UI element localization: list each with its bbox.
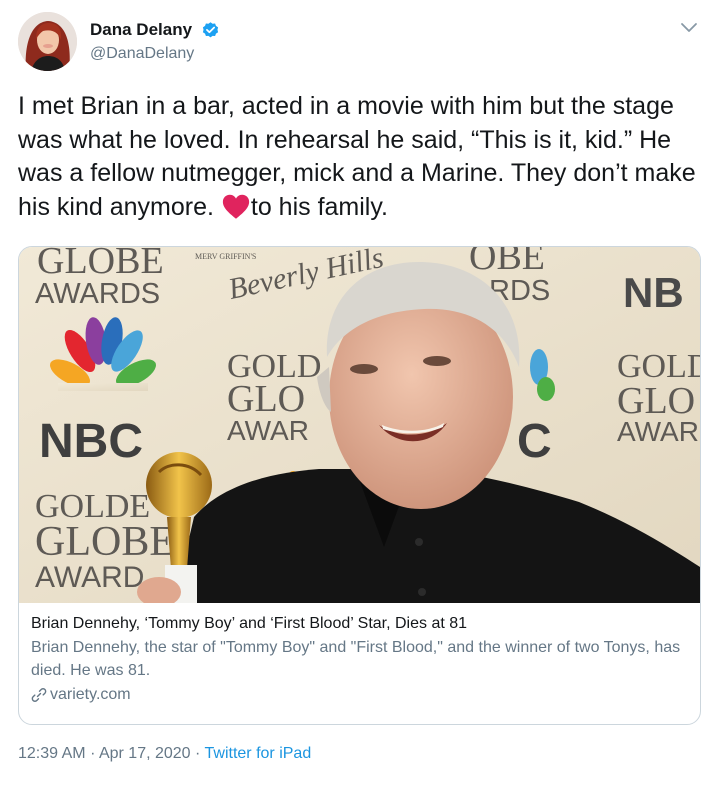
card-image[interactable]: GLOBE AWARDS MERV GRIFFIN'S Beverly Hill…: [19, 247, 700, 603]
author-names: Dana Delany @DanaDelany: [90, 20, 220, 63]
card-photo: GLOBE AWARDS MERV GRIFFIN'S Beverly Hill…: [19, 247, 700, 603]
card-domain-text: variety.com: [50, 686, 131, 703]
tweet: Dana Delany @DanaDelany I met Brian in a…: [0, 0, 720, 785]
tweet-header: Dana Delany @DanaDelany: [18, 12, 702, 72]
card-description: Brian Dennehy, the star of "Tommy Boy" a…: [31, 639, 681, 679]
chevron-down-icon[interactable]: [680, 22, 698, 34]
avatar[interactable]: [18, 12, 77, 71]
backdrop-text: OBE: [469, 247, 545, 278]
backdrop-text: C: [517, 415, 552, 468]
card-body: Brian Dennehy, ‘Tommy Boy’ and ‘First Bl…: [31, 613, 688, 704]
backdrop-text: AWAR: [227, 415, 309, 446]
verified-badge-icon: [202, 21, 218, 37]
handle[interactable]: @DanaDelany: [90, 45, 220, 63]
separator: ·: [90, 745, 96, 762]
tweet-source[interactable]: Twitter for iPad: [205, 745, 312, 762]
backdrop-text: NB: [623, 269, 684, 316]
link-icon: [31, 688, 47, 702]
tweet-text-end: to his family.: [250, 192, 388, 221]
backdrop-text: AWAR: [617, 416, 699, 447]
display-name[interactable]: Dana Delany: [90, 20, 192, 40]
backdrop-text: MERV GRIFFIN'S: [195, 252, 256, 261]
red-heart-icon: [222, 194, 249, 219]
tweet-time[interactable]: 12:39 AM: [18, 745, 86, 762]
backdrop-text: NBC: [39, 415, 143, 468]
backdrop-text: GLO: [227, 378, 305, 420]
profile-photo: [18, 12, 77, 71]
card-domain[interactable]: variety.com: [31, 686, 688, 704]
tweet-date[interactable]: Apr 17, 2020: [99, 745, 191, 762]
backdrop-text: AWARDS: [35, 278, 160, 310]
tweet-footer: 12:39 AM · Apr 17, 2020 · Twitter for iP…: [18, 745, 311, 763]
link-card[interactable]: GLOBE AWARDS MERV GRIFFIN'S Beverly Hill…: [18, 246, 701, 725]
backdrop-text: GLOBE: [35, 519, 175, 565]
backdrop-text: GLOBE: [37, 247, 164, 282]
separator: ·: [195, 745, 201, 762]
backdrop-text: AWARD: [35, 561, 144, 594]
card-title[interactable]: Brian Dennehy, ‘Tommy Boy’ and ‘First Bl…: [31, 613, 688, 635]
tweet-text: I met Brian in a bar, acted in a movie w…: [18, 90, 708, 224]
